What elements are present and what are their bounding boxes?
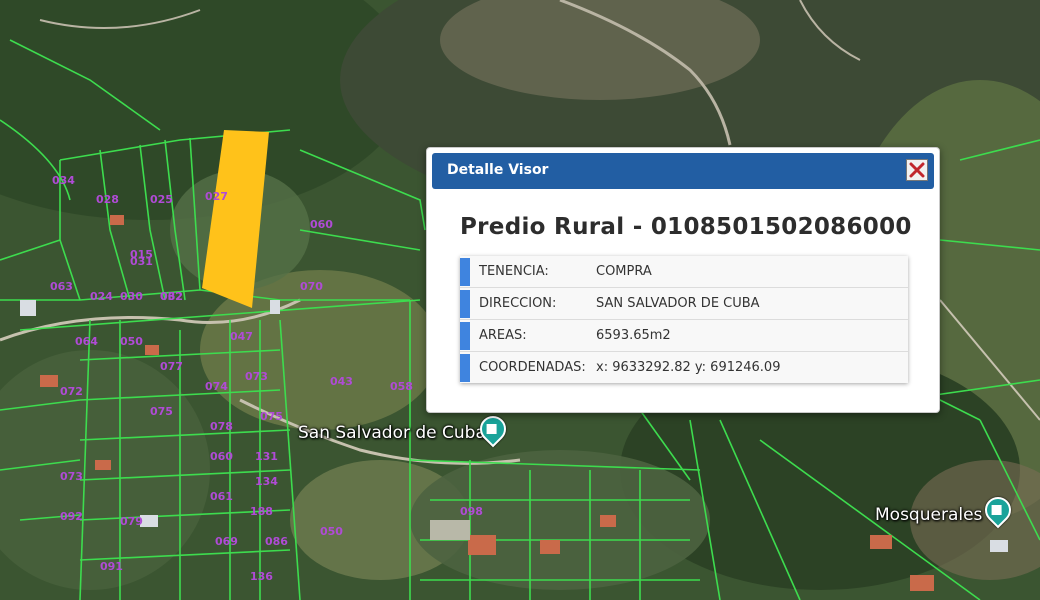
info-table: TENENCIA: COMPRA DIRECCION: SAN SALVADOR…	[460, 256, 908, 383]
parcel-number: 131	[255, 450, 278, 463]
parcel-number: 047	[230, 330, 253, 343]
predio-title: Predio Rural - 0108501502086000	[460, 214, 912, 240]
parcel-number: 069	[215, 535, 238, 548]
parcel-number: 058	[390, 380, 413, 393]
close-x-icon	[909, 162, 925, 178]
parcel-number: 098	[460, 505, 483, 518]
info-label: AREAS:	[479, 328, 527, 343]
info-value: x: 9633292.82 y: 691246.09	[596, 360, 781, 375]
info-label: TENENCIA:	[479, 264, 549, 279]
parcel-number: 030	[120, 290, 143, 303]
parcel-number: 063	[50, 280, 73, 293]
parcel-number: 074	[205, 380, 228, 393]
place-label-mosquerales: Mosquerales	[875, 505, 983, 525]
parcel-number: 070	[300, 280, 323, 293]
info-row-tenencia: TENENCIA: COMPRA	[460, 256, 908, 288]
parcel-number: 073	[60, 470, 83, 483]
parcel-number: 078	[210, 420, 233, 433]
parcel-number: 034	[52, 174, 75, 187]
parcel-number: 072	[60, 385, 83, 398]
parcel-number: 043	[330, 375, 353, 388]
accent-bar	[460, 258, 470, 286]
close-button[interactable]	[906, 159, 928, 181]
parcel-number: 024	[90, 290, 113, 303]
parcel-number: 061	[210, 490, 233, 503]
info-label: COORDENADAS:	[479, 360, 586, 375]
parcel-number: 077	[160, 360, 183, 373]
parcel-number: 086	[265, 535, 288, 548]
info-value: 6593.65m2	[596, 328, 671, 343]
info-row-areas: AREAS: 6593.65m2	[460, 320, 908, 352]
accent-bar	[460, 322, 470, 350]
info-row-direccion: DIRECCION: SAN SALVADOR DE CUBA	[460, 288, 908, 320]
parcel-number: 050	[120, 335, 143, 348]
parcel-number: 015	[130, 248, 153, 261]
parcel-number: 060	[210, 450, 233, 463]
parcel-number: 060	[310, 218, 333, 231]
popup-header: Detalle Visor	[432, 153, 934, 189]
parcel-number: 092	[60, 510, 83, 523]
info-label: DIRECCION:	[479, 296, 557, 311]
parcel-number: 025	[150, 193, 173, 206]
parcel-number: 028	[96, 193, 119, 206]
parcel-number: 073	[245, 370, 268, 383]
parcel-number: 188	[250, 505, 273, 518]
parcel-number: 064	[75, 335, 98, 348]
info-value: SAN SALVADOR DE CUBA	[596, 296, 760, 311]
parcel-number: 079	[120, 515, 143, 528]
accent-bar	[460, 354, 470, 382]
parcel-number: 032	[160, 290, 183, 303]
parcel-number: 075	[150, 405, 173, 418]
place-label-san-salvador: San Salvador de Cuba	[298, 423, 486, 443]
parcel-number: 027	[205, 190, 228, 203]
accent-bar	[460, 290, 470, 318]
parcel-number: 075	[260, 410, 283, 423]
info-value: COMPRA	[596, 264, 652, 279]
info-row-coordenadas: COORDENADAS: x: 9633292.82 y: 691246.09	[460, 352, 908, 383]
parcel-number: 091	[100, 560, 123, 573]
parcel-number: 050	[320, 525, 343, 538]
detail-popup: Detalle Visor Predio Rural - 01085015020…	[426, 147, 940, 413]
parcel-number: 136	[250, 570, 273, 583]
parcel-number: 134	[255, 475, 278, 488]
popup-header-title: Detalle Visor	[447, 162, 549, 178]
